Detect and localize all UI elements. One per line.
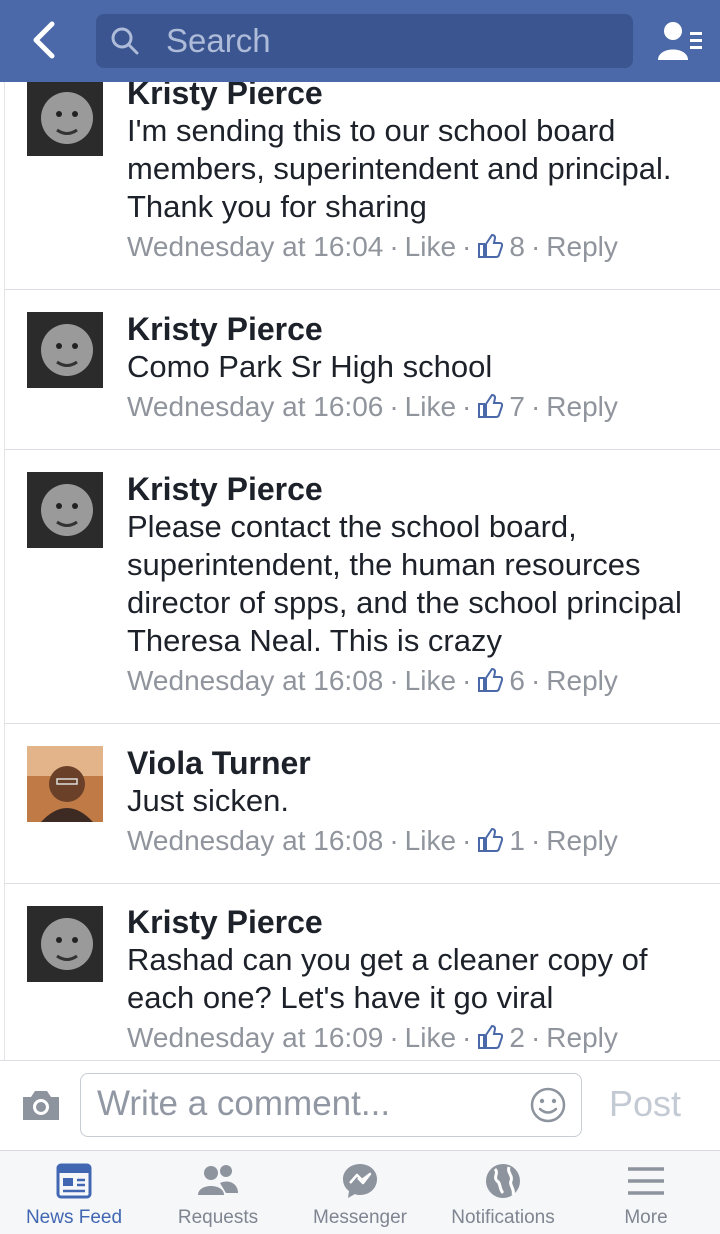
thumbs-up-icon	[478, 1024, 504, 1049]
avatar[interactable]	[27, 746, 103, 822]
tab-label: Requests	[177, 1207, 259, 1228]
comment-author[interactable]: Kristy Pierce	[127, 82, 705, 112]
comment-placeholder: Write a comment...	[97, 1084, 391, 1123]
comment-time[interactable]: Wednesday at 16:08	[127, 825, 383, 856]
thumbs-up-icon	[478, 233, 504, 258]
comment-meta: Wednesday at 16:09 · Like · 2 · Reply	[127, 1022, 618, 1053]
avatar[interactable]	[27, 472, 103, 548]
comment-author[interactable]: Viola Turner	[127, 744, 705, 782]
friend-requests-icon[interactable]	[656, 20, 704, 62]
comments-list: Kristy Pierce I'm sending this to our sc…	[4, 82, 720, 1060]
comment-meta: Wednesday at 16:04 · Like · 8 · Reply	[127, 231, 618, 262]
comment-time[interactable]: Wednesday at 16:08	[127, 665, 383, 696]
tab-more[interactable]: More	[576, 1151, 716, 1234]
like-link[interactable]: Like	[405, 665, 456, 696]
reply-link[interactable]: Reply	[546, 825, 618, 856]
camera-icon[interactable]	[20, 1087, 62, 1123]
comment-input[interactable]: Write a comment...	[80, 1073, 582, 1137]
post-button[interactable]: Post	[609, 1083, 681, 1125]
reply-link[interactable]: Reply	[546, 665, 618, 696]
comment-text: Rashad can you get a cleaner copy of eac…	[127, 942, 648, 1015]
like-link[interactable]: Like	[405, 825, 456, 856]
tab-label: More	[624, 1207, 668, 1228]
notifications-icon	[486, 1164, 520, 1198]
more-icon	[628, 1167, 664, 1195]
avatar[interactable]	[27, 906, 103, 982]
like-link[interactable]: Like	[405, 1022, 456, 1053]
top-nav-bar: Search	[0, 0, 720, 82]
tab-label: News Feed	[25, 1207, 123, 1228]
comment-item: Viola Turner Just sicken. Wednesday at 1…	[5, 724, 720, 884]
comment-item: Kristy Pierce Como Park Sr High school W…	[5, 290, 720, 450]
like-count: 6	[509, 665, 525, 696]
like-link[interactable]: Like	[405, 231, 456, 262]
requests-icon	[198, 1165, 238, 1195]
like-link[interactable]: Like	[405, 391, 456, 422]
comment-author[interactable]: Kristy Pierce	[127, 470, 705, 508]
reply-link[interactable]: Reply	[546, 1022, 618, 1053]
thumbs-up-icon	[478, 827, 504, 852]
comment-meta: Wednesday at 16:08 · Like · 6 · Reply	[127, 665, 618, 696]
search-input[interactable]: Search	[96, 14, 633, 68]
thumbs-up-icon	[478, 393, 504, 418]
comment-text: Como Park Sr High school	[127, 349, 493, 384]
tab-news-feed[interactable]: News Feed	[4, 1151, 144, 1234]
search-icon	[111, 27, 139, 55]
comment-time[interactable]: Wednesday at 16:09	[127, 1022, 383, 1053]
messenger-icon	[343, 1164, 377, 1198]
back-arrow-icon[interactable]	[22, 18, 66, 62]
emoji-icon[interactable]	[529, 1086, 567, 1124]
tab-label: Messenger	[313, 1207, 407, 1228]
comment-time[interactable]: Wednesday at 16:04	[127, 231, 383, 262]
comment-author[interactable]: Kristy Pierce	[127, 903, 705, 941]
tab-messenger[interactable]: Messenger	[290, 1151, 430, 1234]
search-placeholder: Search	[166, 22, 271, 59]
comment-author[interactable]: Kristy Pierce	[127, 310, 705, 348]
comment-meta: Wednesday at 16:08 · Like · 1 · Reply	[127, 825, 618, 856]
avatar[interactable]	[27, 82, 103, 156]
tab-requests[interactable]: Requests	[148, 1151, 288, 1234]
comment-composer: Write a comment... Post	[0, 1060, 720, 1151]
comment-item: Kristy Pierce I'm sending this to our sc…	[5, 82, 720, 290]
avatar[interactable]	[27, 312, 103, 388]
news-feed-icon	[56, 1163, 92, 1199]
reply-link[interactable]: Reply	[546, 391, 618, 422]
like-count: 7	[509, 391, 525, 422]
bottom-tab-bar: News Feed Requests Messenger Notificatio…	[0, 1150, 720, 1234]
like-count: 8	[509, 231, 525, 262]
comment-time[interactable]: Wednesday at 16:06	[127, 391, 383, 422]
like-count: 2	[509, 1022, 525, 1053]
tab-label: Notifications	[451, 1207, 555, 1228]
thumbs-up-icon	[478, 667, 504, 692]
comment-meta: Wednesday at 16:06 · Like · 7 · Reply	[127, 391, 618, 422]
comment-item: Kristy Pierce Rashad can you get a clean…	[5, 884, 720, 1060]
comment-text: Please contact the school board, superin…	[127, 509, 682, 658]
comment-text: I'm sending this to our school board mem…	[127, 113, 672, 224]
like-count: 1	[509, 825, 525, 856]
comment-text: Just sicken.	[127, 783, 289, 818]
reply-link[interactable]: Reply	[546, 231, 618, 262]
comment-item: Kristy Pierce Please contact the school …	[5, 450, 720, 724]
tab-notifications[interactable]: Notifications	[433, 1151, 573, 1234]
